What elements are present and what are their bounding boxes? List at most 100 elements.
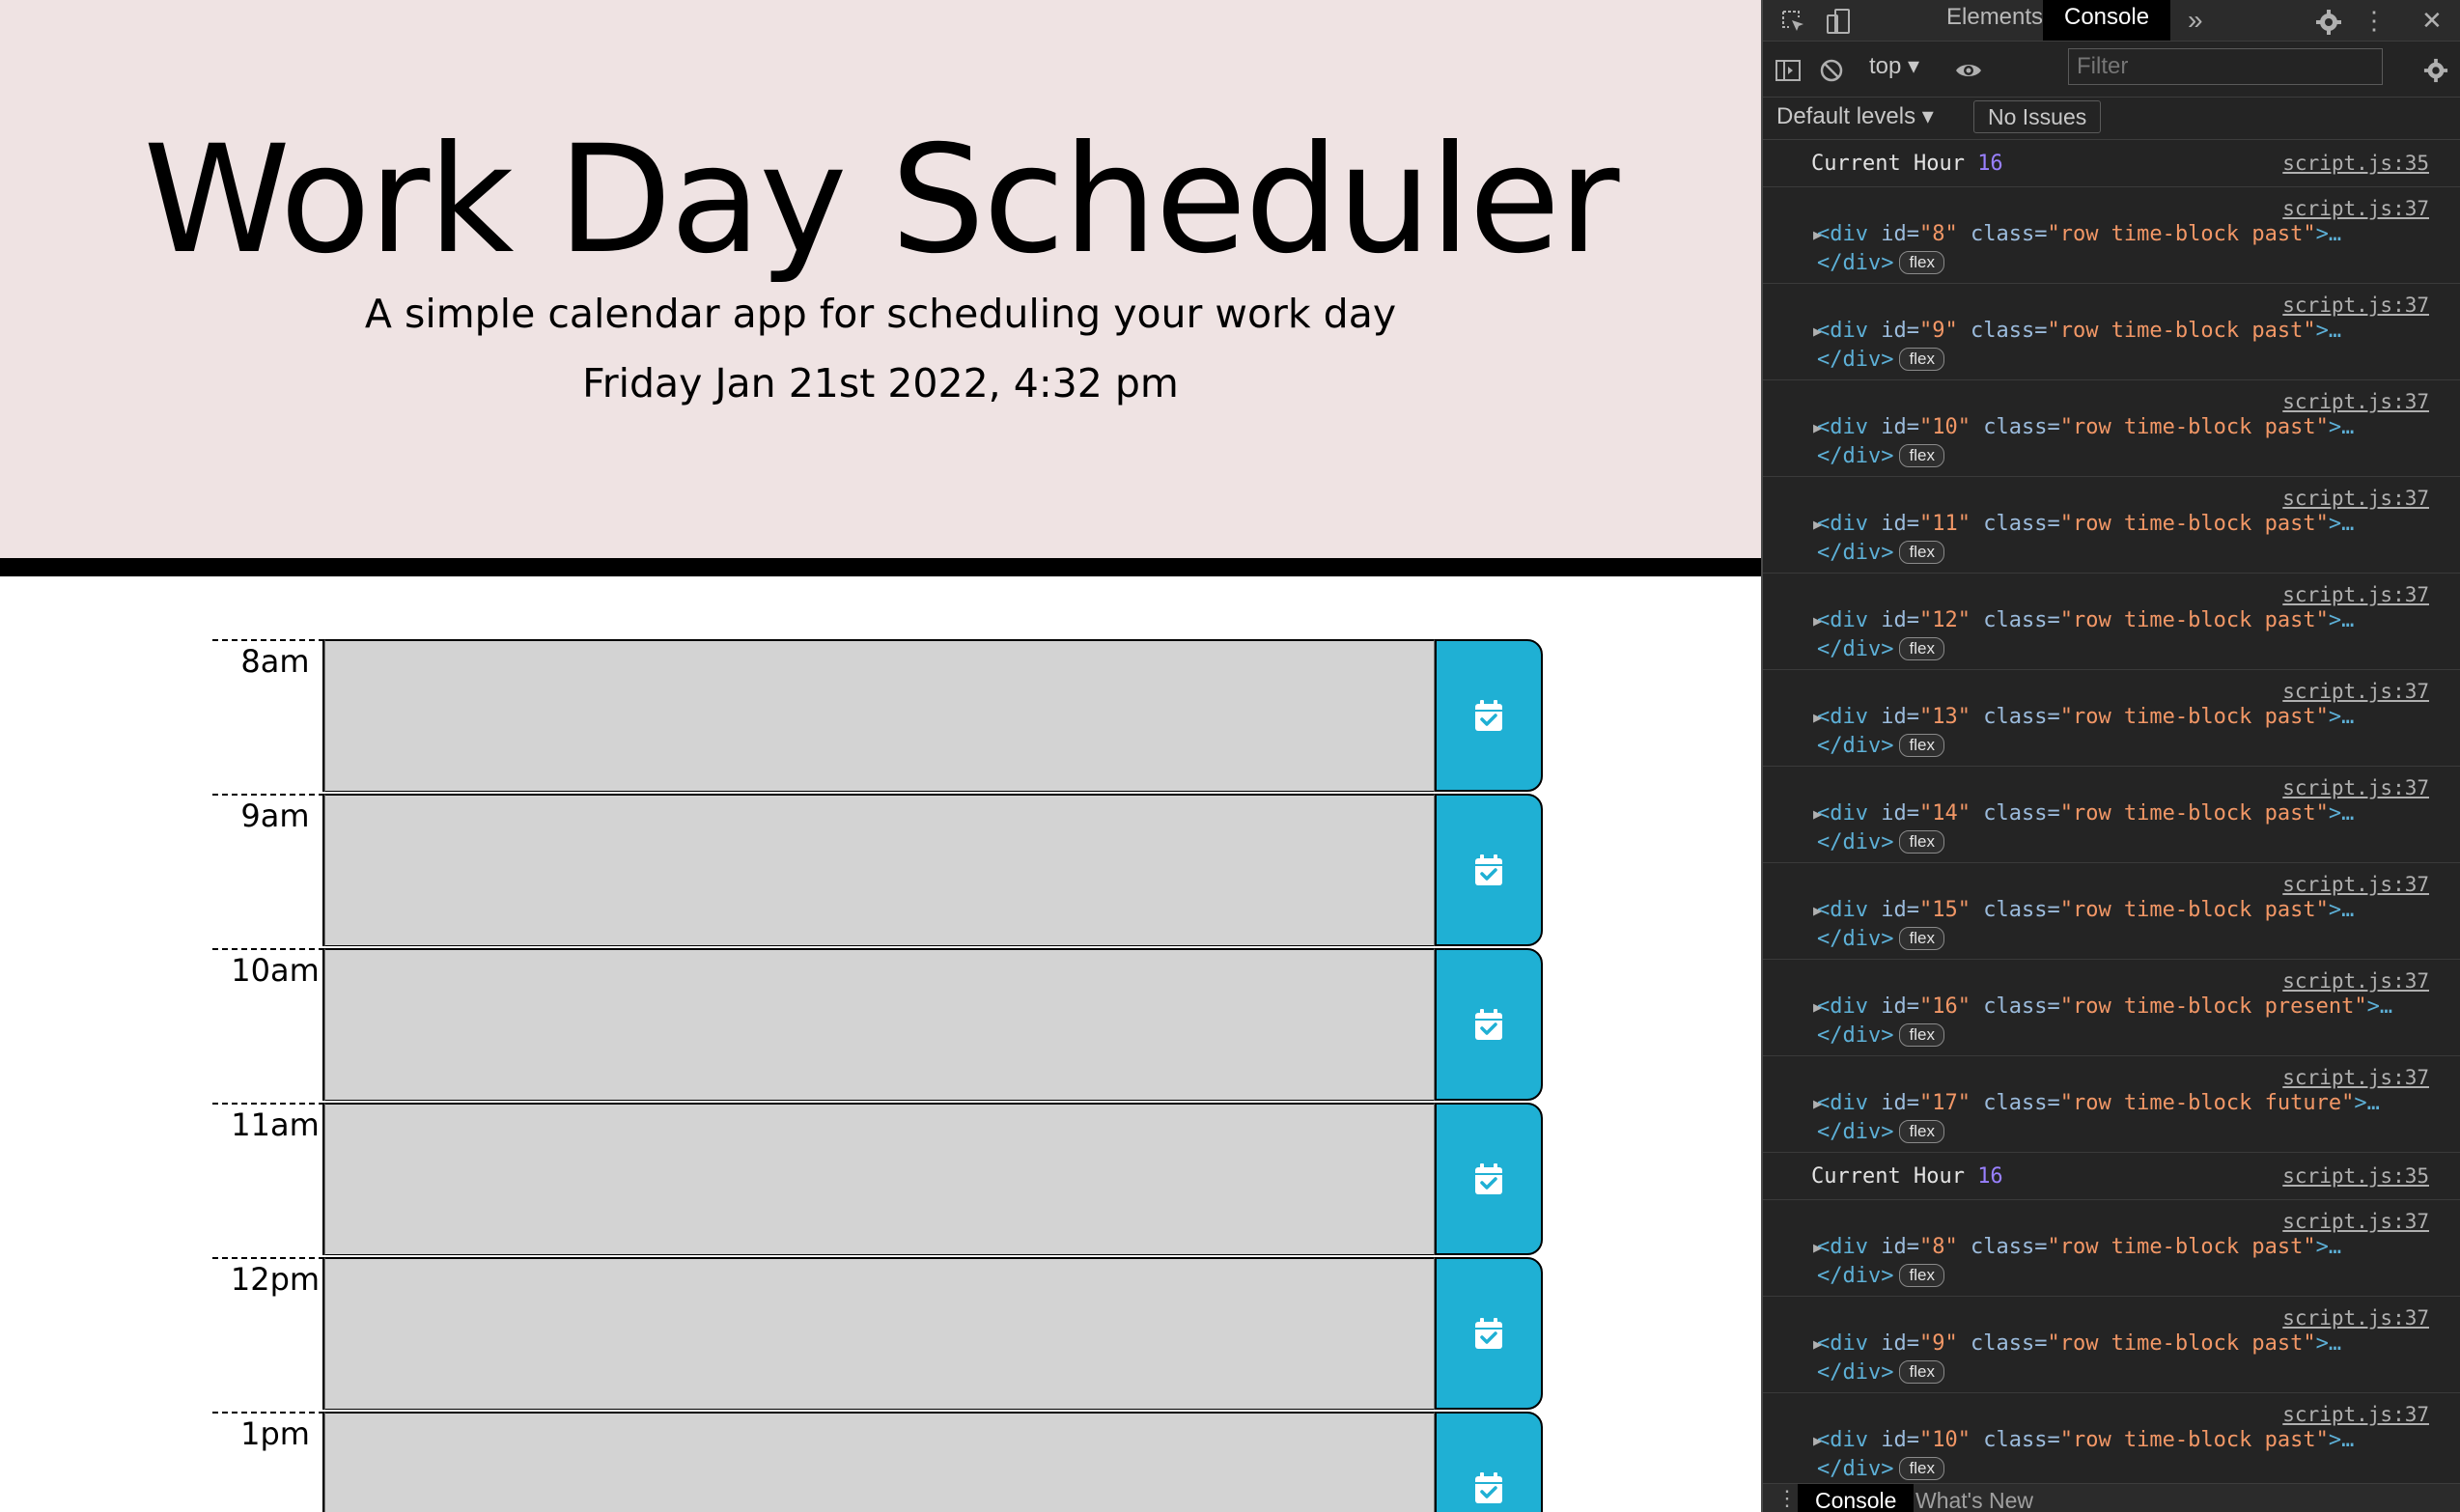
console-settings-icon[interactable] [2423, 48, 2448, 89]
attr-name: class= [1970, 801, 2060, 826]
source-link[interactable]: script.js:37 [2282, 873, 2429, 896]
sidebar-toggle-icon[interactable] [1775, 48, 1802, 89]
description-textarea[interactable] [324, 1257, 1435, 1410]
tab-console[interactable]: Console [2043, 0, 2171, 41]
expand-triangle-icon[interactable]: ▶ [1813, 1432, 1822, 1449]
inspect-element-icon[interactable] [1780, 0, 1807, 41]
source-link[interactable]: script.js:37 [2282, 487, 2429, 510]
expand-triangle-icon[interactable]: ▶ [1813, 805, 1822, 823]
save-button[interactable] [1435, 1412, 1543, 1512]
flex-badge[interactable]: flex [1899, 1264, 1944, 1287]
time-block-row: 12pm [212, 1257, 1545, 1412]
flex-badge[interactable]: flex [1899, 830, 1944, 854]
save-button[interactable] [1435, 1257, 1543, 1410]
id-value: 11 [1932, 512, 1958, 536]
expand-triangle-icon[interactable]: ▶ [1813, 419, 1822, 436]
description-textarea[interactable] [324, 794, 1435, 946]
tag-close: </div> [1817, 830, 1894, 854]
flex-badge[interactable]: flex [1899, 348, 1944, 371]
hour-text: 1pm [240, 1415, 310, 1452]
element-node[interactable]: ▶ <div id="16" class="row time-block pres… [1813, 994, 2392, 1019]
close-icon[interactable]: ✕ [2421, 0, 2443, 41]
save-button[interactable] [1435, 639, 1543, 792]
more-tabs-icon[interactable]: » [2188, 0, 2203, 41]
expand-triangle-icon[interactable]: ▶ [1813, 516, 1822, 533]
source-link[interactable]: script.js:37 [2282, 197, 2429, 220]
tag-open: <div [1817, 705, 1882, 729]
element-node[interactable]: ▶ <div id="15" class="row time-block past… [1813, 898, 2355, 922]
attr-name: class= [1970, 898, 2060, 922]
source-link[interactable]: script.js:37 [2282, 583, 2429, 606]
flex-badge[interactable]: flex [1899, 1360, 1944, 1384]
source-link[interactable]: script.js:37 [2282, 1403, 2429, 1426]
source-link[interactable]: script.js:35 [2282, 1164, 2429, 1188]
element-node[interactable]: ▶ <div id="8" class="row time-block past"… [1813, 1235, 2341, 1259]
source-link[interactable]: script.js:37 [2282, 1306, 2429, 1330]
description-textarea[interactable] [324, 639, 1435, 792]
flex-badge[interactable]: flex [1899, 251, 1944, 274]
element-node[interactable]: ▶ <div id="17" class="row time-block futu… [1813, 1091, 2380, 1115]
context-selector[interactable]: top ▾ [1869, 48, 1919, 85]
expand-triangle-icon[interactable]: ▶ [1813, 612, 1822, 630]
tag-open: <div [1817, 1331, 1882, 1356]
flex-badge[interactable]: flex [1899, 444, 1944, 467]
save-button[interactable] [1435, 948, 1543, 1101]
expand-triangle-icon[interactable]: ▶ [1813, 998, 1822, 1016]
clear-console-icon[interactable] [1819, 48, 1844, 89]
save-button[interactable] [1435, 1103, 1543, 1255]
calendar-check-icon [1475, 1163, 1502, 1194]
flex-badge[interactable]: flex [1899, 1023, 1944, 1047]
flex-badge[interactable]: flex [1899, 734, 1944, 757]
flex-badge[interactable]: flex [1899, 1457, 1944, 1480]
drawer-tab-console[interactable]: Console [1798, 1484, 1915, 1512]
element-node[interactable]: ▶ <div id="10" class="row time-block past… [1813, 1428, 2354, 1452]
drawer-menu-icon[interactable]: ⋮ [1776, 1478, 1798, 1512]
element-node[interactable]: ▶ <div id="10" class="row time-block past… [1813, 415, 2354, 439]
element-node[interactable]: ▶ <div id="8" class="row time-block past"… [1813, 222, 2341, 246]
source-link[interactable]: script.js:37 [2282, 1210, 2429, 1233]
live-expression-eye-icon[interactable] [1954, 48, 1983, 89]
source-link[interactable]: script.js:37 [2282, 969, 2429, 993]
flex-badge[interactable]: flex [1899, 541, 1944, 564]
source-link[interactable]: script.js:37 [2282, 1066, 2429, 1089]
flex-badge[interactable]: flex [1899, 637, 1944, 660]
expand-triangle-icon[interactable]: ▶ [1813, 709, 1822, 726]
source-link[interactable]: script.js:37 [2282, 294, 2429, 317]
tag-open-end: >… [2328, 898, 2355, 922]
source-link[interactable]: script.js:35 [2282, 152, 2429, 175]
source-link[interactable]: script.js:37 [2282, 680, 2429, 703]
description-textarea[interactable] [324, 948, 1435, 1101]
expand-triangle-icon[interactable]: ▶ [1813, 902, 1822, 919]
attr-class-value: "row time-block past" [2059, 705, 2329, 729]
element-node[interactable]: ▶ <div id="12" class="row time-block past… [1813, 608, 2354, 632]
attr-name: id= [1881, 222, 1919, 246]
flex-badge[interactable]: flex [1899, 927, 1944, 950]
device-toolbar-icon[interactable] [1825, 0, 1852, 41]
element-node[interactable]: ▶ <div id="9" class="row time-block past"… [1813, 319, 2341, 343]
kebab-menu-icon[interactable]: ⋮ [2362, 0, 2387, 41]
element-node[interactable]: ▶ <div id="14" class="row time-block past… [1813, 801, 2354, 826]
expand-triangle-icon[interactable]: ▶ [1813, 322, 1822, 340]
settings-gear-icon[interactable] [2315, 0, 2342, 41]
description-textarea[interactable] [324, 1412, 1435, 1512]
element-node[interactable]: ▶ <div id="9" class="row time-block past"… [1813, 1331, 2341, 1356]
log-levels-dropdown[interactable]: Default levels ▾ [1776, 102, 1934, 130]
element-node[interactable]: ▶ <div id="11" class="row time-block past… [1813, 512, 2354, 536]
expand-triangle-icon[interactable]: ▶ [1813, 226, 1822, 243]
description-textarea[interactable] [324, 1103, 1435, 1255]
flex-badge[interactable]: flex [1899, 1120, 1944, 1143]
console-filter-input[interactable] [2068, 48, 2383, 85]
expand-triangle-icon[interactable]: ▶ [1813, 1239, 1822, 1256]
attr-name: id= [1881, 608, 1919, 632]
drawer-tab-whats-new[interactable]: What's New [1898, 1484, 2051, 1512]
source-link[interactable]: script.js:37 [2282, 390, 2429, 413]
console-element-message: script.js:37 ▶ <div id="8" class="row time… [1763, 1200, 2460, 1297]
source-link[interactable]: script.js:37 [2282, 776, 2429, 799]
save-button[interactable] [1435, 794, 1543, 946]
element-node[interactable]: ▶ <div id="13" class="row time-block past… [1813, 705, 2354, 729]
hour-text: 12pm [230, 1261, 321, 1298]
expand-triangle-icon[interactable]: ▶ [1813, 1095, 1822, 1112]
hour-label: 11am [212, 1103, 324, 1255]
expand-triangle-icon[interactable]: ▶ [1813, 1335, 1822, 1353]
issues-button[interactable]: No Issues [1973, 100, 2102, 133]
